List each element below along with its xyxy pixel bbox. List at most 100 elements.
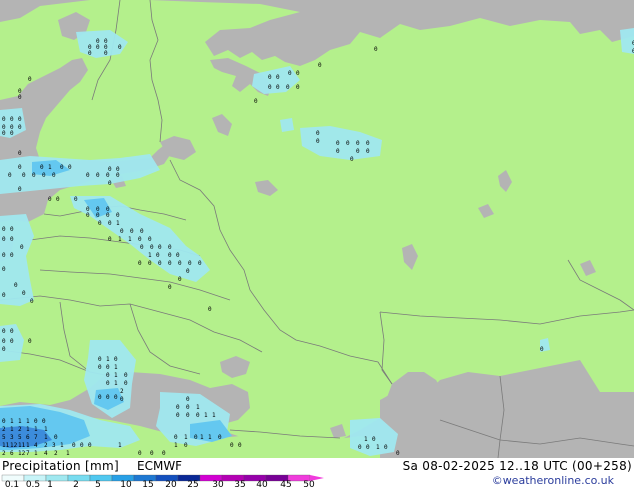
precip-value: 0 (116, 166, 120, 173)
precip-value: 0 (118, 44, 122, 51)
precip-value: 0 (150, 244, 154, 251)
precip-value: 0 (176, 404, 180, 411)
precip-value: 6 (26, 434, 30, 441)
precip-value: 0 (188, 260, 192, 267)
precip-value: 0 (98, 394, 102, 401)
precip-value: 0 (120, 396, 124, 403)
precip-value: 0 (116, 172, 120, 179)
precip-value: 0 (2, 116, 6, 123)
precip-value: 0 (106, 380, 110, 387)
precip-value: 0 (2, 130, 6, 137)
credit-link[interactable]: ©weatheronline.co.uk (492, 474, 614, 487)
precip-value: 2 (18, 426, 22, 433)
scale-tick: 1 (47, 480, 53, 490)
valid-time: Sa 08-02-2025 12..18 UTC (00+258) (402, 459, 632, 473)
precip-value: 0 (14, 282, 18, 289)
precip-value: 0 (42, 418, 46, 425)
scale-tick: 0.5 (25, 480, 41, 490)
precip-value: 0 (2, 292, 6, 299)
precip-value: 0 (22, 290, 26, 297)
precip-value: 0 (18, 124, 22, 131)
precip-value: 0 (18, 116, 22, 123)
scale-tick: 30 (212, 480, 224, 490)
precip-value: 0 (176, 252, 180, 259)
precip-value: 0 (10, 338, 14, 345)
precip-value: 0 (176, 412, 180, 419)
precip-value: 0 (148, 260, 152, 267)
precip-value: 4 (44, 450, 48, 457)
precip-value: 0 (106, 372, 110, 379)
precip-value: 0 (74, 196, 78, 203)
precip-value: 0 (116, 212, 120, 219)
precip-value: 0 (104, 50, 108, 57)
precip-value: 1 (66, 450, 70, 457)
precip-value: 0 (72, 442, 76, 449)
precip-value: 0 (86, 172, 90, 179)
precip-value: 0 (230, 442, 234, 449)
precip-value: 7 (34, 434, 38, 441)
precip-value: 0 (120, 228, 124, 235)
precip-value: 0 (10, 130, 14, 137)
precip-value: 0 (168, 260, 172, 267)
precip-value: 0 (178, 276, 182, 283)
precip-value: 1 (118, 236, 122, 243)
precip-value: 11 (18, 442, 26, 449)
precip-value: 5 (2, 434, 6, 441)
precip-value: 0 (316, 130, 320, 137)
precip-value: 0 (356, 148, 360, 155)
precip-value: 1 (184, 434, 188, 441)
model-name: ECMWF (137, 459, 183, 473)
precip-value: 7 (26, 450, 30, 457)
precip-value: 0 (106, 364, 110, 371)
precip-value: 0 (10, 252, 14, 259)
precip-value: 0 (108, 166, 112, 173)
precip-value: 0 (104, 38, 108, 45)
precip-value: 0 (96, 38, 100, 45)
precip-value: 0 (288, 70, 292, 77)
precip-value: 0 (18, 186, 22, 193)
precip-value: 0 (396, 450, 400, 457)
precip-value: 0 (254, 98, 258, 105)
precip-value: 0 (34, 418, 38, 425)
precip-value: 0 (108, 236, 112, 243)
precip-value: 12 (10, 442, 18, 449)
precip-value: 0 (68, 164, 72, 171)
precip-value: 0 (2, 418, 6, 425)
precip-value: 1 (18, 418, 22, 425)
precip-value: 1 (148, 252, 152, 259)
precip-value: 11 (2, 442, 10, 449)
precip-value: 0 (114, 356, 118, 363)
precip-value: 0 (384, 444, 388, 451)
scale-tick: 2 (73, 480, 79, 490)
precip-value: 0 (96, 212, 100, 219)
precipitation-map[interactable]: 0000000000000000000000100000000000000000… (0, 0, 634, 458)
precip-value: 0 (372, 436, 376, 443)
precip-value: 0 (162, 450, 166, 457)
precip-value: 0 (174, 434, 178, 441)
precip-value: 0 (178, 260, 182, 267)
precip-value: 0 (196, 412, 200, 419)
precip-value: 0 (2, 266, 6, 273)
precip-value: 0 (138, 260, 142, 267)
precip-value: 0 (88, 50, 92, 57)
precip-value: 0 (168, 252, 172, 259)
precip-value: 1 (128, 236, 132, 243)
precip-value: 0 (86, 212, 90, 219)
precip-value: 0 (540, 346, 544, 353)
scale-tick: 40 (256, 480, 268, 490)
precip-value: 0 (108, 180, 112, 187)
precip-value: 0 (198, 260, 202, 267)
precip-value: 0 (40, 164, 44, 171)
precip-value: 0 (138, 236, 142, 243)
precip-value: 0 (30, 298, 34, 305)
precip-value: 1 (114, 364, 118, 371)
precip-value: 0 (286, 84, 290, 91)
precip-value: 0 (184, 442, 188, 449)
precip-value: 0 (2, 338, 6, 345)
precip-value: 4 (34, 442, 38, 449)
precip-value: 0 (356, 140, 360, 147)
precip-value: 0 (10, 116, 14, 123)
precip-value: 0 (98, 220, 102, 227)
precip-value: 0 (140, 244, 144, 251)
precip-value: 1 (208, 434, 212, 441)
